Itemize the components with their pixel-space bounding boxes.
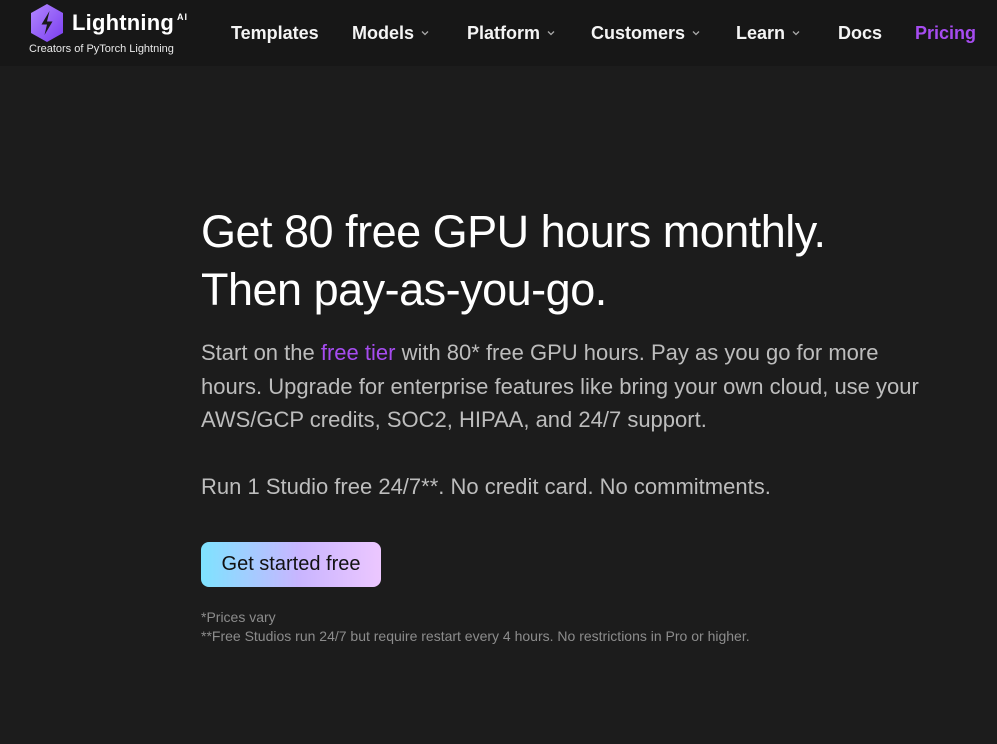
nav-item-platform[interactable]: Platform: [467, 18, 556, 48]
nav-item-templates[interactable]: Templates: [231, 18, 319, 48]
chevron-down-icon: [792, 31, 800, 36]
hero-note: Run 1 Studio free 24/7**. No credit card…: [201, 474, 771, 499]
hero-title-line-2: Then pay-as-you-go.: [201, 264, 607, 315]
nav-item-models[interactable]: Models: [352, 18, 430, 48]
hero-title: Get 80 free GPU hours monthly. Then pay-…: [201, 203, 961, 319]
site-header: Lightning AI Creators of PyTorch Lightni…: [0, 0, 997, 66]
chevron-down-icon: [547, 31, 555, 36]
pricing-page: Lightning AI Creators of PyTorch Lightni…: [0, 0, 997, 744]
footnote-prices: *Prices vary: [201, 609, 276, 625]
hero-description: Start on the free tier with 80* free GPU…: [201, 336, 921, 437]
chevron-down-icon: [692, 31, 700, 36]
get-started-free-button[interactable]: Get started free: [201, 542, 381, 587]
hero-desc-intro: Start on the: [201, 340, 321, 365]
nav-label: Templates: [231, 22, 319, 43]
brand-suffix: AI: [177, 12, 188, 22]
nav-label: Pricing: [915, 22, 977, 43]
brand-logo[interactable]: Lightning AI Creators of PyTorch Lightni…: [29, 3, 204, 61]
nav-label: Customers: [591, 22, 686, 43]
free-tier-link[interactable]: free tier: [321, 340, 396, 365]
lightning-bolt-icon: [31, 4, 63, 42]
brand-name: Lightning: [72, 10, 174, 35]
nav-label: Learn: [736, 22, 786, 43]
footnotes: *Prices vary **Free Studios run 24/7 but…: [201, 608, 901, 646]
nav-item-learn[interactable]: Learn: [736, 18, 801, 48]
nav-label: Platform: [467, 22, 541, 43]
footnote-free-studios: **Free Studios run 24/7 but require rest…: [201, 628, 750, 644]
chevron-down-icon: [421, 31, 429, 36]
nav-item-customers[interactable]: Customers: [591, 18, 701, 48]
nav-item-pricing[interactable]: Pricing: [915, 18, 976, 48]
hero-title-line-1: Get 80 free GPU hours monthly.: [201, 206, 826, 257]
nav-label: Models: [352, 22, 415, 43]
brand-tagline: Creators of PyTorch Lightning: [29, 43, 174, 55]
nav-item-docs[interactable]: Docs: [838, 18, 882, 48]
nav-label: Docs: [838, 22, 883, 43]
